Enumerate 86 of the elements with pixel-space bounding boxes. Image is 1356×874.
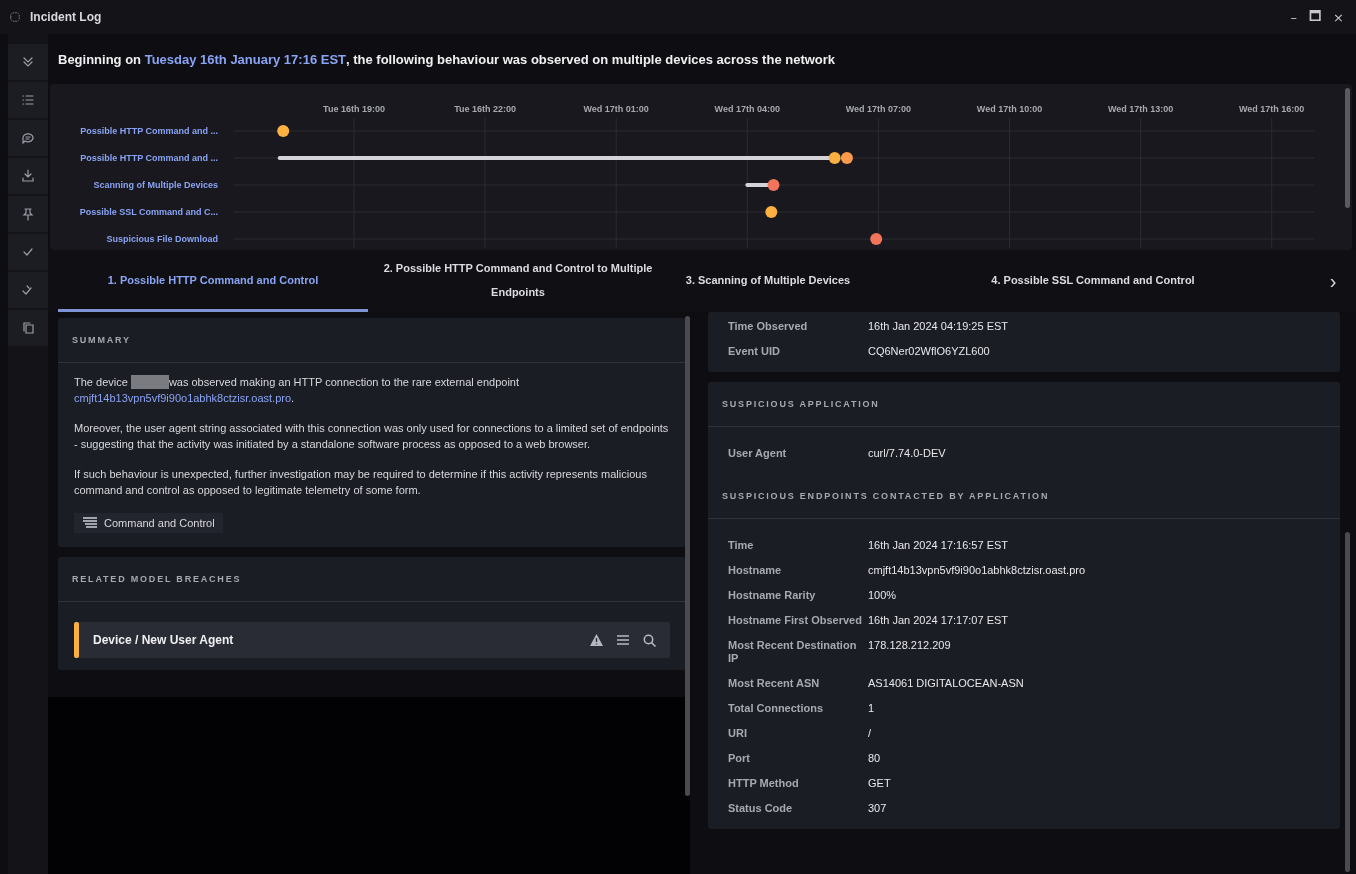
row-label[interactable]: Suspicious File Download xyxy=(106,234,218,244)
field-value: 16th Jan 2024 17:17:07 EST xyxy=(868,614,1009,627)
event-dot[interactable] xyxy=(767,179,780,191)
summary-paragraph: The device was observed making an HTTP connection to the rare external endpoint cmjft14b13vpn5vf9i90o1abhk8ctzisr.oast.pro. xyxy=(74,375,521,406)
breach-row[interactable]: Device / New User Agent xyxy=(74,622,670,658)
breach-name: Device / New User Agent xyxy=(93,633,235,647)
event-dot[interactable] xyxy=(765,206,778,218)
next-tab-button[interactable]: › xyxy=(1318,250,1348,312)
window-control[interactable]: 🗖 xyxy=(1305,6,1326,28)
field-value: AS14061 DIGITALOCEAN-ASN xyxy=(868,677,1024,690)
field-label: Status Code xyxy=(728,802,794,815)
pin-icon xyxy=(21,207,35,221)
summary-paragraph: If such behaviour is unexpected, further investigation may be required to determine if this activity represents malicious command and control as opposed to legitimate telemetry of some form. xyxy=(74,467,648,498)
field-label: Time Observed xyxy=(728,320,809,333)
collapse-button[interactable] xyxy=(8,44,48,80)
row-label[interactable]: Possible SSL Command and C... xyxy=(79,207,218,217)
field-label: Port xyxy=(728,752,751,765)
field-label: Hostname Rarity xyxy=(728,589,817,602)
download-icon xyxy=(21,169,35,183)
tab[interactable]: 3. Scanning of Multiple Devices xyxy=(668,250,868,312)
field-label: User Agent xyxy=(728,447,788,460)
pin-button[interactable] xyxy=(8,196,48,232)
search-icon[interactable] xyxy=(643,633,656,647)
field-label: Most Recent Destination IP xyxy=(728,639,858,665)
section-title: SUSPICIOUS ENDPOINTS CONTACTED BY APPLICATION xyxy=(708,474,1340,519)
field-value: 1 xyxy=(868,702,875,715)
check-button[interactable] xyxy=(8,234,48,270)
event-dot[interactable] xyxy=(870,233,883,245)
field-label: URI xyxy=(728,727,748,740)
field-value: GET xyxy=(868,777,891,790)
list-icon xyxy=(21,93,35,107)
summary-paragraph: Moreover, the user agent string associated with this connection was only used for connections to a limited set of endpoints - suggesting that the activity was initiated by a standalone software process as opposed to a web browser. xyxy=(74,421,670,452)
tag-label: Command and Control xyxy=(104,517,215,529)
field-label: Hostname xyxy=(728,564,783,577)
collapse-icon xyxy=(21,55,35,69)
window-control[interactable]: × xyxy=(1329,6,1348,28)
tab[interactable]: 1. Possible HTTP Command and Control xyxy=(58,250,368,312)
warning-icon[interactable] xyxy=(590,634,603,646)
headline: Beginning on Tuesday 16th January 17:16 EST, the following behaviour was observed on multiple devices across the network xyxy=(57,50,837,69)
field-value: 178.128.212.209 xyxy=(868,639,951,653)
double-check-button[interactable] xyxy=(8,272,48,308)
comment-icon xyxy=(21,131,35,145)
time-tick-label: Wed 17th 10:00 xyxy=(976,104,1043,114)
scrollbar[interactable] xyxy=(1345,88,1350,208)
scrollbar[interactable] xyxy=(1345,532,1350,872)
copy-button[interactable] xyxy=(8,310,48,346)
tab[interactable]: 4. Possible SSL Command and Control xyxy=(868,250,1318,312)
time-tick-label: Tue 16th 19:00 xyxy=(323,104,385,114)
download-button[interactable] xyxy=(8,158,48,194)
menu-icon[interactable] xyxy=(617,635,629,645)
window-title: Incident Log xyxy=(30,10,102,24)
field-label: Most Recent ASN xyxy=(728,677,821,690)
scrollbar[interactable] xyxy=(685,316,690,796)
field-value: 16th Jan 2024 17:16:57 EST xyxy=(868,539,1009,552)
field-value: curl/7.74.0-DEV xyxy=(868,447,946,460)
tab[interactable]: 2. Possible HTTP Command and Control to Multiple Endpoints xyxy=(368,250,668,312)
field-value: 307 xyxy=(868,802,887,815)
event-dot[interactable] xyxy=(840,152,853,164)
field-value: 100% xyxy=(868,589,897,602)
field-label: Time xyxy=(728,539,755,552)
copy-icon xyxy=(21,321,35,335)
lines-icon xyxy=(82,517,98,529)
section-title: SUSPICIOUS APPLICATION xyxy=(708,382,1340,427)
row-label[interactable]: Possible HTTP Command and ... xyxy=(80,126,218,136)
time-tick-label: Wed 17th 04:00 xyxy=(714,104,780,114)
field-label: Total Connections xyxy=(728,702,825,715)
row-label[interactable]: Possible HTTP Command and ... xyxy=(80,153,218,163)
window-control[interactable]: – xyxy=(1286,6,1302,28)
row-label[interactable]: Scanning of Multiple Devices xyxy=(93,180,218,190)
time-tick-label: Tue 16th 22:00 xyxy=(454,104,517,114)
field-value: cmjft14b13vpn5vf9i90o1abhk8ctzisr.oast.pro xyxy=(868,564,1086,577)
time-tick-label: Wed 17th 16:00 xyxy=(1239,104,1305,114)
field-label: HTTP Method xyxy=(728,777,800,790)
field-value: CQ6Ner02WflO6YZL600 xyxy=(868,345,990,358)
field-label: Event UID xyxy=(728,345,781,358)
time-tick-label: Wed 17th 13:00 xyxy=(1107,104,1174,114)
list-button[interactable] xyxy=(8,82,48,118)
time-tick-label: Wed 17th 01:00 xyxy=(583,104,649,114)
field-value: 16th Jan 2024 04:19:25 EST xyxy=(868,320,1009,333)
comment-button[interactable] xyxy=(8,120,48,156)
time-tick-label: Wed 17th 07:00 xyxy=(845,104,912,114)
field-value: / xyxy=(868,727,872,740)
event-dot[interactable] xyxy=(828,152,841,164)
field-label: Hostname First Observed xyxy=(728,614,863,627)
field-value: 80 xyxy=(868,752,881,765)
event-dot[interactable] xyxy=(277,125,290,137)
